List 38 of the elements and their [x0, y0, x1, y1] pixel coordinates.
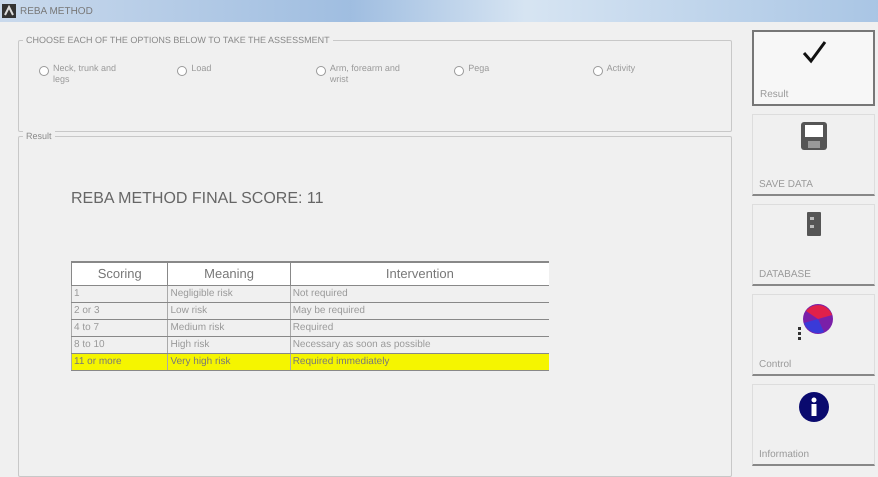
column-header: Meaning	[168, 262, 290, 285]
table-cell: 11 or more	[72, 353, 168, 370]
table-cell: 8 to 10	[72, 336, 168, 353]
final-score: REBA METHOD FINAL SCORE: 11	[71, 189, 324, 209]
column-header: Intervention	[290, 262, 549, 285]
radio-label: Neck, trunk and legs	[53, 63, 118, 85]
radio-button[interactable]	[39, 66, 49, 76]
table-cell: May be required	[290, 302, 549, 319]
table-cell: Very high risk	[168, 353, 290, 370]
radio-label: Activity	[606, 63, 636, 74]
table-cell: 1	[72, 285, 168, 302]
radio-label: Arm, forearm and wrist	[330, 63, 401, 85]
side-button[interactable]: Result	[752, 30, 875, 106]
table-cell: Low risk	[168, 302, 290, 319]
server-icon	[806, 211, 822, 237]
column-header: Scoring	[72, 262, 168, 285]
radio-button[interactable]	[454, 66, 464, 76]
side-button[interactable]: Control	[752, 294, 875, 376]
radio-button[interactable]	[316, 66, 326, 76]
radio-button[interactable]	[177, 66, 188, 76]
side-button[interactable]: SAVE DATA	[752, 114, 875, 196]
radio-button[interactable]	[592, 66, 603, 76]
info-icon	[798, 391, 830, 423]
window-title: REBA METHOD	[20, 4, 93, 18]
radio-label: Pega	[468, 63, 490, 74]
table-cell: 4 to 7	[72, 319, 168, 336]
table-cell: Required immediately	[290, 353, 549, 370]
table-cell: Necessary as soon as possible	[290, 336, 549, 353]
table-cell: High risk	[168, 336, 290, 353]
table-cell: Medium risk	[168, 319, 290, 336]
side-button[interactable]: DATABASE	[752, 204, 875, 286]
table-cell: 2 or 3	[72, 302, 168, 319]
table-cell: Not required	[290, 285, 549, 302]
radio-label: Load	[191, 63, 212, 74]
table-cell: Required	[290, 319, 549, 336]
table-cell: Negligible risk	[168, 285, 290, 302]
app-icon	[2, 4, 16, 18]
side-button[interactable]: Information	[752, 384, 875, 466]
